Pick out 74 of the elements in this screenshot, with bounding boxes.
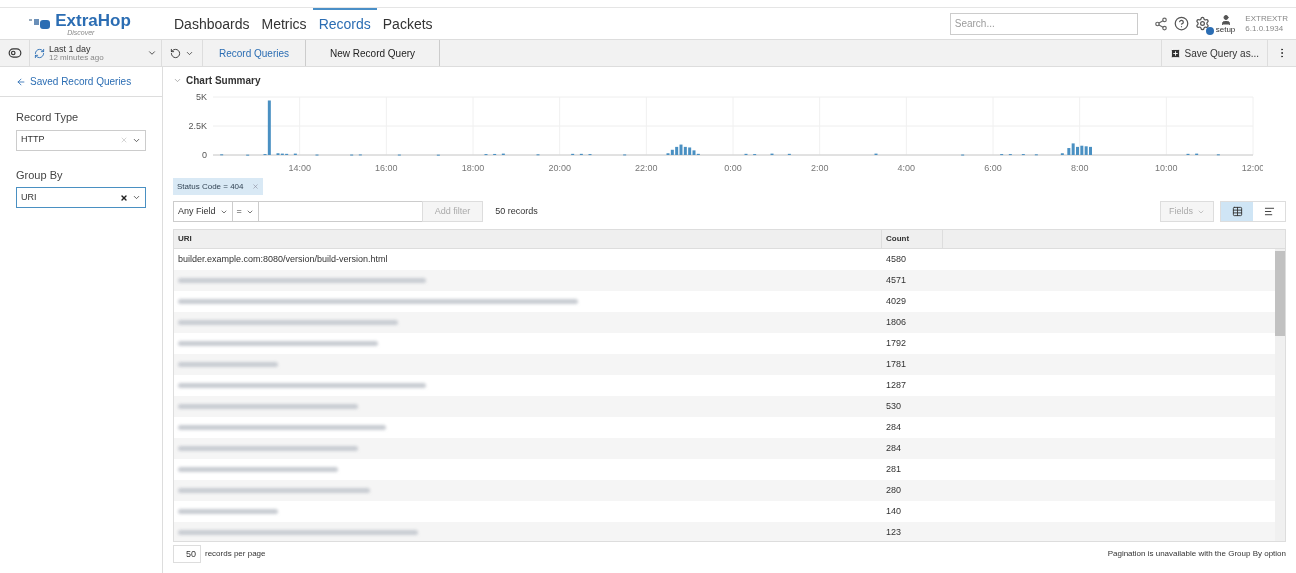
- table-cell-text: 1806: [885, 315, 908, 329]
- select-field[interactable]: URI: [16, 187, 146, 208]
- table-cell-text: 1792: [885, 336, 908, 350]
- settings-icon[interactable]: [1194, 16, 1210, 31]
- axis-tick-label: 0: [202, 150, 207, 160]
- per-page-field[interactable]: 50: [173, 545, 201, 563]
- table-cell-text: 4571: [885, 273, 908, 287]
- axis-tick-label: 6:00: [984, 163, 1002, 173]
- logo-text: ExtraHop: [55, 11, 131, 29]
- field-label: Record Type: [16, 110, 80, 125]
- column-header[interactable]: Count: [882, 230, 943, 248]
- field-dropdown[interactable]: Any Field: [173, 201, 233, 222]
- clear-icon[interactable]: [120, 193, 128, 202]
- user-icon[interactable]: [1219, 13, 1232, 26]
- arrow-left-icon: [16, 76, 26, 87]
- undo-icon: [170, 47, 181, 59]
- filter-input[interactable]: [258, 201, 422, 222]
- axis-tick-label: 4:00: [897, 163, 916, 173]
- axis-tick-label: 2:00: [810, 163, 829, 173]
- setup-label: setup: [1215, 25, 1236, 34]
- version-text: EXTREXTR: [1245, 13, 1288, 24]
- section-title: Chart Summary: [186, 73, 261, 88]
- version-text: 6.1.0.1934: [1245, 23, 1285, 34]
- table-icon: [1231, 206, 1243, 217]
- breadcrumb-link[interactable]: Record Queries: [203, 40, 307, 66]
- breadcrumb-current: New Record Query: [306, 40, 441, 66]
- table-cell-text: 140: [885, 504, 903, 518]
- table-cell-text: 4029: [885, 294, 908, 308]
- axis-tick-label: 14:00: [288, 163, 311, 173]
- logo-icon: [29, 16, 52, 31]
- table-view-button[interactable]: [1221, 202, 1253, 221]
- select-field[interactable]: HTTP: [16, 129, 146, 151]
- search-field[interactable]: Search...: [949, 12, 1138, 35]
- scrollbar[interactable]: [1275, 249, 1285, 541]
- table-cell-text: 123: [885, 525, 903, 539]
- time-range-selector[interactable]: Last 1 day 12 minutes ago: [30, 40, 162, 66]
- axis-tick-label: 10:00: [1155, 163, 1178, 173]
- help-icon[interactable]: [1173, 16, 1189, 31]
- operator-dropdown[interactable]: =: [232, 201, 259, 222]
- column-header[interactable]: URI: [174, 230, 882, 248]
- axis-tick-label: 5K: [196, 92, 207, 102]
- list-icon: [1263, 206, 1275, 217]
- nav-tab[interactable]: Packets: [376, 8, 439, 39]
- axis-tick-label: 22:00: [635, 163, 658, 173]
- field-label: Group By: [16, 167, 64, 183]
- axis-tick-label: 2.5K: [188, 121, 207, 131]
- axis-tick-label: 8:00: [1070, 163, 1089, 173]
- axis-tick-label: 16:00: [375, 163, 398, 173]
- nav-tab[interactable]: Dashboards: [168, 8, 256, 39]
- axis-tick-label: 20:00: [548, 163, 571, 173]
- axis-tick-label: 18:00: [461, 163, 485, 173]
- table-cell-text: 284: [885, 420, 903, 434]
- caret-icon: [147, 48, 157, 58]
- table-cell-text: 280: [885, 483, 903, 497]
- record-count: 50 records: [495, 204, 538, 218]
- table-cell-text: 1287: [885, 378, 908, 392]
- pagination-note: Pagination is unavailable with the Group By option: [1107, 548, 1286, 560]
- back-link[interactable]: Saved Record Queries: [0, 67, 162, 97]
- refresh-icon: [34, 47, 45, 59]
- network-icon[interactable]: [1153, 16, 1168, 31]
- per-page-label: records per page: [205, 548, 266, 560]
- caret-icon: [132, 193, 141, 202]
- table-cell-text: 284: [885, 441, 903, 455]
- save-query-button[interactable]: Save Query as...: [1160, 40, 1267, 66]
- table-cell-text: 281: [885, 462, 903, 476]
- toggle-icon[interactable]: [7, 46, 22, 60]
- plus-icon: [1169, 47, 1181, 59]
- table-cell-text: 530: [885, 399, 903, 413]
- filter-chip[interactable]: Status Code = 404: [173, 178, 263, 195]
- table-cell: builder.example.com:8080/version/build-version.html: [178, 253, 388, 264]
- table-cell-text: 4580: [885, 252, 908, 266]
- axis-tick-label: 0:00: [724, 163, 742, 173]
- nav-tab[interactable]: Metrics: [255, 8, 313, 39]
- table-cell-text: 1781: [885, 357, 908, 371]
